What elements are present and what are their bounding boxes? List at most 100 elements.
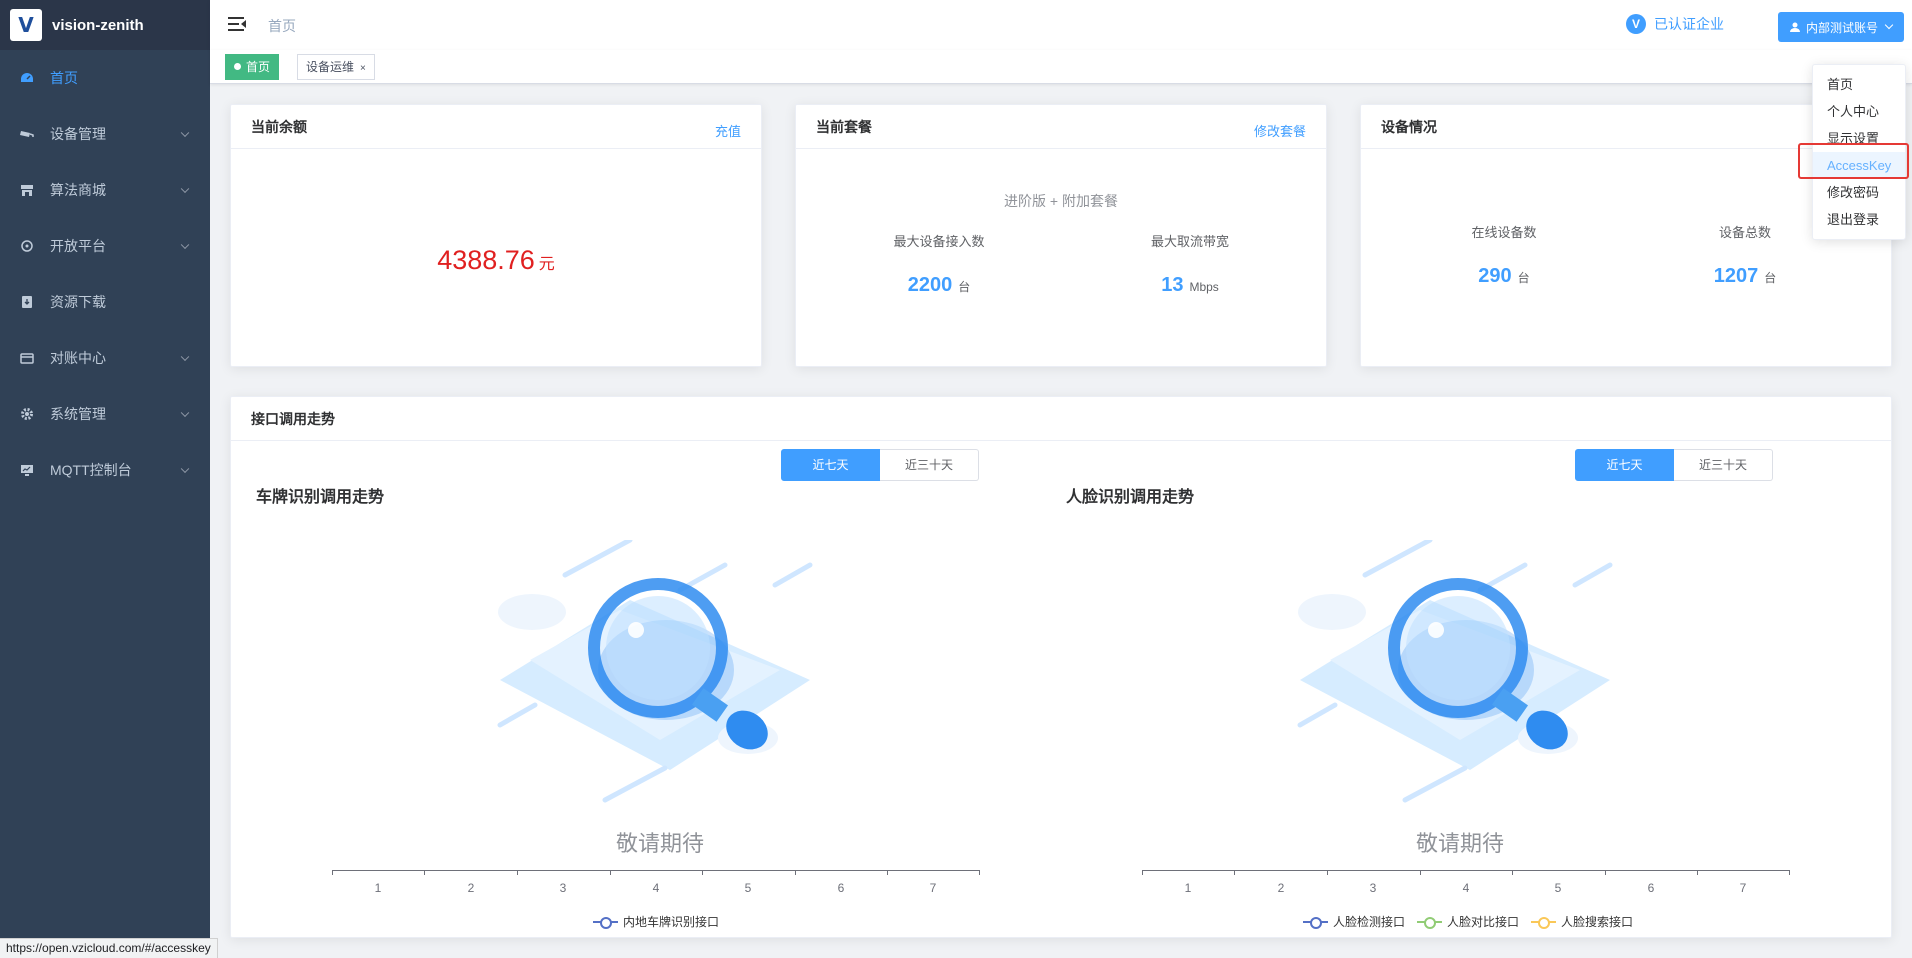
logo[interactable]: V vision-zenith — [0, 0, 210, 50]
tag-home[interactable]: 首页 — [225, 54, 280, 80]
x-tick-label: 7 — [929, 881, 937, 895]
max-devices-stat: 最大设备接入数 2200 台 — [809, 231, 1069, 297]
sidebar-item-device-management[interactable]: 设备管理 — [0, 106, 210, 162]
range-30-days-button[interactable]: 近三十天 — [880, 449, 979, 481]
verified-enterprise: V 已认证企业 — [1626, 14, 1724, 34]
balance-card: 当前余额 充值 4388.76 元 — [230, 104, 762, 367]
plate-x-axis: 1 2 3 4 5 6 7 — [332, 870, 980, 900]
face-empty-text: 敬请期待 — [1415, 831, 1504, 856]
sidebar-item-home[interactable]: 首页 — [0, 50, 210, 106]
menu-item-home[interactable]: 首页 — [1813, 71, 1905, 98]
stat-value: 290 — [1478, 265, 1512, 287]
legend-line-circle-icon — [1303, 915, 1328, 929]
plan-card: 当前套餐 修改套餐 进阶版 + 附加套餐 最大设备接入数 2200 台 最大取流带… — [795, 104, 1327, 367]
tag-device-ops[interactable]: 设备运维 × — [297, 54, 375, 80]
status-url: https://open.vzicloud.com/#/accesskey — [0, 938, 218, 958]
sidebar-menu: 首页 设备管理 算法商城 开放平台 资源下载 对账中心 系统管理 MQTT控制台 — [0, 50, 210, 498]
breadcrumb[interactable]: 首页 — [268, 16, 296, 36]
sidebar-item-label: 资源下载 — [50, 294, 106, 310]
plate-empty-text: 敬请期待 — [615, 831, 704, 856]
x-axis-line — [1142, 870, 1790, 871]
stat-value: 13 — [1161, 274, 1184, 296]
stat-label: 最大取流带宽 — [1150, 234, 1229, 249]
camera-icon — [20, 127, 34, 141]
recharge-link[interactable]: 充值 — [715, 121, 741, 140]
legend-item[interactable]: 人脸搜索接口 — [1531, 913, 1633, 930]
plate-chart-title: 车牌识别调用走势 — [256, 489, 385, 506]
card-title: 当前余额 — [251, 118, 307, 135]
account-dropdown-button[interactable]: 内部测试账号 — [1777, 12, 1904, 42]
sidebar-item-label: 设备管理 — [50, 126, 106, 142]
range-7-days-button[interactable]: 近七天 — [781, 449, 880, 481]
sidebar-item-open-platform[interactable]: 开放平台 — [0, 218, 210, 274]
dashboard-icon — [20, 71, 34, 85]
plate-range-toggle: 近七天 近三十天 — [781, 449, 979, 481]
account-label: 内部测试账号 — [1805, 20, 1878, 35]
legend-item[interactable]: 人脸检测接口 — [1303, 913, 1405, 930]
chevron-down-icon — [180, 128, 190, 138]
x-tick — [1512, 870, 1513, 875]
x-tick-label: 6 — [1647, 881, 1655, 895]
legend-item[interactable]: 内地车牌识别接口 — [593, 913, 719, 930]
card-title: 当前套餐 — [816, 118, 872, 135]
sidebar-item-mqtt-console[interactable]: MQTT控制台 — [0, 442, 210, 498]
menu-item-logout[interactable]: 退出登录 — [1813, 206, 1905, 233]
x-tick — [795, 870, 796, 875]
bill-icon — [20, 351, 34, 365]
chevron-down-icon — [180, 464, 190, 474]
sidebar-item-label: 首页 — [50, 70, 78, 86]
sidebar-item-billing-center[interactable]: 对账中心 — [0, 330, 210, 386]
tag-label: 首页 — [246, 60, 271, 74]
card-title: 接口调用走势 — [251, 410, 335, 427]
menu-item-accesskey[interactable]: AccessKey — [1813, 152, 1905, 179]
x-tick-label: 4 — [652, 881, 660, 895]
close-icon[interactable]: × — [360, 63, 366, 74]
sidebar-item-label: 开放平台 — [50, 238, 106, 254]
stat-unit: 台 — [958, 280, 971, 294]
monitor-icon — [20, 463, 34, 477]
hamburger-icon[interactable] — [228, 16, 246, 32]
range-30-days-button[interactable]: 近三十天 — [1674, 449, 1773, 481]
legend-label: 内地车牌识别接口 — [623, 915, 720, 929]
plan-name: 进阶版 + 附加套餐 — [1004, 193, 1118, 209]
sidebar: V vision-zenith 首页 设备管理 算法商城 开放平台 资源下载 对… — [0, 0, 210, 958]
x-tick-label: 1 — [374, 881, 382, 895]
modify-plan-link[interactable]: 修改套餐 — [1254, 121, 1306, 140]
menu-item-display-settings[interactable]: 显示设置 — [1813, 125, 1905, 152]
x-tick-label: 2 — [467, 881, 475, 895]
max-bandwidth-stat: 最大取流带宽 13 Mbps — [1060, 231, 1320, 297]
card-title: 设备情况 — [1381, 118, 1437, 135]
face-legend: 人脸检测接口 人脸对比接口 人脸搜索接口 — [1303, 913, 1645, 930]
x-tick — [517, 870, 518, 875]
active-dot-icon — [234, 63, 241, 71]
x-axis-line — [332, 870, 980, 871]
x-tick — [1142, 870, 1143, 875]
chevron-down-icon — [180, 184, 190, 194]
account-dropdown-menu: 首页 个人中心 显示设置 AccessKey 修改密码 退出登录 — [1812, 64, 1906, 240]
sidebar-item-algorithm-store[interactable]: 算法商城 — [0, 162, 210, 218]
x-tick — [610, 870, 611, 875]
menu-item-change-password[interactable]: 修改密码 — [1813, 179, 1905, 206]
sidebar-item-system-management[interactable]: 系统管理 — [0, 386, 210, 442]
x-tick-label: 5 — [744, 881, 752, 895]
tags-view: 首页 设备运维 × — [210, 50, 1912, 84]
x-tick — [702, 870, 703, 875]
menu-item-profile[interactable]: 个人中心 — [1813, 98, 1905, 125]
stat-value: 1207 — [1713, 265, 1759, 287]
shop-icon — [20, 183, 34, 197]
tag-label: 设备运维 — [306, 60, 355, 74]
legend-item[interactable]: 人脸对比接口 — [1417, 913, 1519, 930]
face-range-toggle: 近七天 近三十天 — [1575, 449, 1773, 481]
legend-line-circle-icon — [593, 915, 618, 929]
face-chart-title: 人脸识别调用走势 — [1066, 489, 1195, 506]
chevron-down-icon — [180, 240, 190, 250]
sidebar-item-label: MQTT控制台 — [50, 462, 132, 478]
stat-value: 2200 — [907, 274, 953, 296]
x-tick — [1327, 870, 1328, 875]
sidebar-item-resource-download[interactable]: 资源下载 — [0, 274, 210, 330]
legend-line-circle-icon — [1417, 915, 1443, 929]
range-7-days-button[interactable]: 近七天 — [1575, 449, 1674, 481]
platform-icon — [20, 239, 34, 253]
user-icon — [1789, 22, 1800, 32]
x-tick-label: 3 — [559, 881, 567, 895]
